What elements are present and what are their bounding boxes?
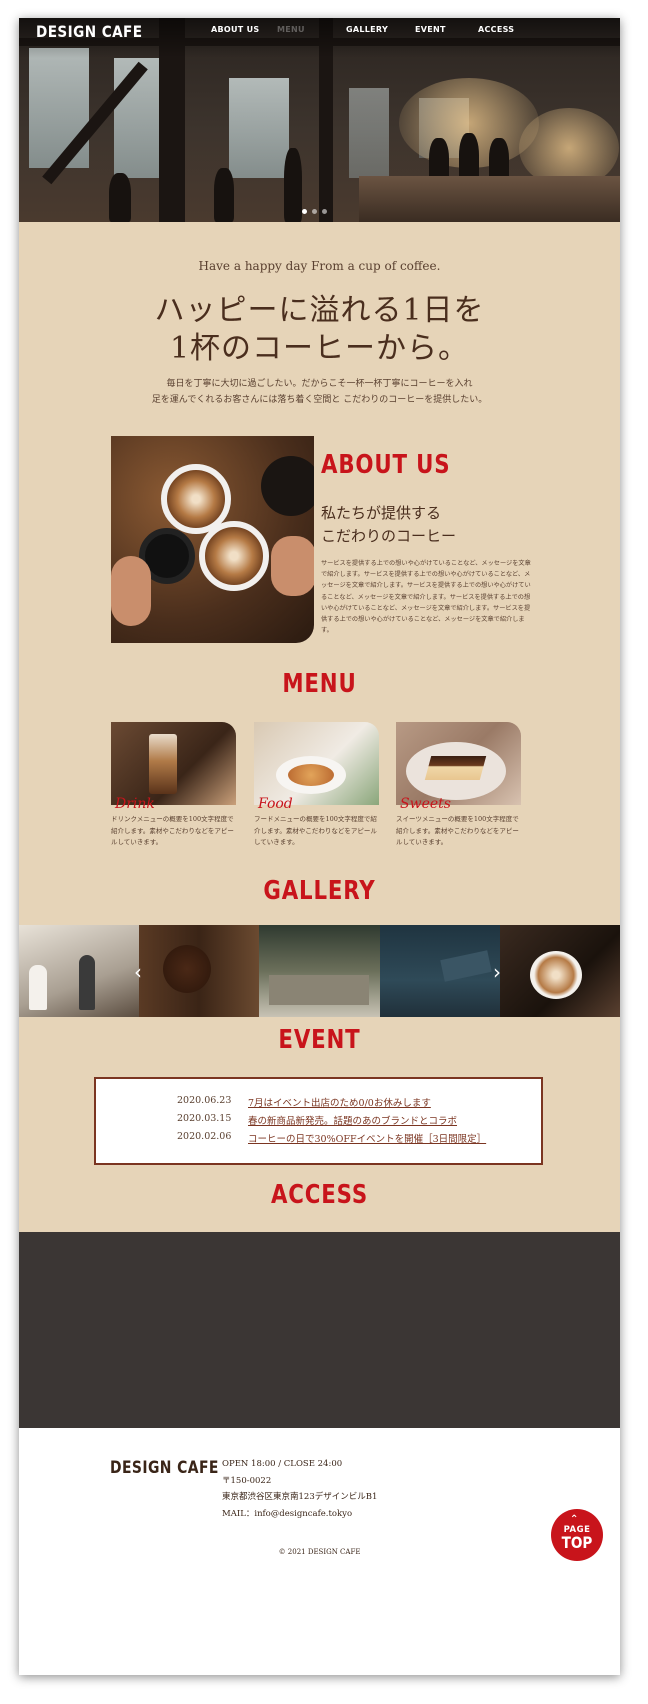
pasta <box>288 764 334 786</box>
gallery-image[interactable] <box>259 925 380 1017</box>
menu-desc-sweets: スイーツメニューの概要を100文字程度で紹介します。素材やこだわりなどをアピール… <box>396 815 519 846</box>
headline-line: ハッピーに溢れる1日を <box>154 293 485 328</box>
nav-menu[interactable]: MENU <box>277 25 305 34</box>
page: DESIGN CAFE ABOUT US MENU GALLERY EVENT … <box>19 18 620 1675</box>
event-link[interactable]: コーヒーの日で30%OFFイベントを開催［3日間限定］ <box>248 1131 486 1145</box>
event-date: 2020.06.23 <box>177 1095 232 1106</box>
event-title: EVENT <box>278 1025 361 1055</box>
menu-card-food[interactable]: Food フードメニューの概要を100文字程度で紹介します。素材やこだわりなどを… <box>254 722 379 846</box>
access-map[interactable] <box>19 1232 620 1428</box>
slider-dot[interactable] <box>302 209 307 214</box>
gallery-image[interactable] <box>379 925 500 1017</box>
nav-about-us[interactable]: ABOUT US <box>211 25 260 34</box>
hero-window <box>349 88 389 178</box>
nav-event[interactable]: EVENT <box>415 25 446 34</box>
nav-gallery[interactable]: GALLERY <box>346 25 388 34</box>
latte-cup <box>529 951 582 999</box>
menu-label-sweets: Sweets <box>400 796 451 812</box>
slider-dot[interactable] <box>312 209 317 214</box>
footer-address: 東京都渋谷区東京南123デザインビルB1 <box>222 1492 378 1502</box>
intro-body-line: 足を運んでくれるお客さんには落ち着く空間と こだわりのコーヒーを提供したい。 <box>151 395 488 405</box>
latte-cup <box>199 521 269 591</box>
gallery-image[interactable] <box>139 925 260 1017</box>
hero-counter <box>359 176 620 222</box>
footer: DESIGN CAFE OPEN 18:00 / CLOSE 24:00 〒15… <box>19 1428 620 1675</box>
hero-person <box>214 168 234 222</box>
menu-card-drink[interactable]: Drink ドリンクメニューの概要を100文字程度で紹介します。素材やこだわりな… <box>111 722 236 846</box>
about-subtitle: 私たちが提供する こだわりのコーヒー <box>321 502 456 548</box>
about-title: ABOUT US <box>321 450 451 480</box>
gallery-title: GALLERY <box>263 876 376 906</box>
hero-person <box>109 173 131 222</box>
gallery-person <box>29 965 47 1010</box>
intro-tagline: Have a happy day From a cup of coffee. <box>198 259 441 273</box>
chevron-up-icon: ⌃ <box>570 1514 579 1525</box>
gallery-strip[interactable] <box>19 925 620 1017</box>
food-image <box>254 722 379 805</box>
dark-cup <box>261 456 314 516</box>
menu-card-sweets[interactable]: Sweets スイーツメニューの概要を100文字程度で紹介します。素材やこだわり… <box>396 722 521 846</box>
gallery-image[interactable] <box>499 925 620 1017</box>
hero-person <box>284 148 302 222</box>
sweets-image <box>396 722 521 805</box>
chevron-right-icon[interactable]: › <box>493 962 501 982</box>
headline-line: 1杯のコーヒーから。 <box>169 331 470 366</box>
menu-label-drink: Drink <box>115 796 155 812</box>
nav-access[interactable]: ACCESS <box>478 25 514 34</box>
access-title: ACCESS <box>270 1180 369 1210</box>
event-date: 2020.03.15 <box>177 1113 232 1124</box>
footer-mail: MAIL：info@designcafe.tokyo <box>222 1508 353 1519</box>
cafe-terrace <box>269 975 370 1005</box>
hero-slider[interactable]: DESIGN CAFE ABOUT US MENU GALLERY EVENT … <box>19 18 620 222</box>
drink-image <box>111 722 236 805</box>
copyright: © 2021 DESIGN CAFE <box>278 1548 361 1556</box>
menu-label-food: Food <box>258 796 293 812</box>
hero-window <box>229 78 289 178</box>
event-list: 2020.06.23 7月はイベント出店のため0/0お休みします 2020.03… <box>94 1077 543 1165</box>
slider-dot[interactable] <box>322 209 327 214</box>
page-top-label: TOP <box>561 1533 593 1552</box>
hand <box>271 536 314 596</box>
menu-desc-food: フードメニューの概要を100文字程度で紹介します。素材やこだわりなどをアピールし… <box>254 815 377 846</box>
slider-dots <box>302 209 327 214</box>
hand <box>111 556 151 626</box>
event-date: 2020.02.06 <box>177 1131 232 1142</box>
site-logo[interactable]: DESIGN CAFE <box>36 22 142 41</box>
about-coffee-image <box>111 436 314 643</box>
intro-headline: ハッピーに溢れる1日を 1杯のコーヒーから。 <box>19 292 620 368</box>
event-link[interactable]: 春の新商品新発売。話題のあのブランドとコラボ <box>248 1113 457 1127</box>
footer-hours: OPEN 18:00 / CLOSE 24:00 <box>222 1459 343 1469</box>
about-subtitle-line: 私たちが提供する <box>321 504 442 522</box>
gallery-image[interactable] <box>19 925 140 1017</box>
about-subtitle-line: こだわりのコーヒー <box>321 527 457 545</box>
footer-logo[interactable]: DESIGN CAFE <box>110 1458 219 1478</box>
coffee-beans <box>163 945 212 993</box>
iced-coffee-glass <box>149 734 177 794</box>
menu-title: MENU <box>282 669 357 699</box>
gallery-person <box>79 955 95 1010</box>
footer-zip: 〒150-0022 <box>222 1475 272 1486</box>
cheesecake <box>424 756 487 780</box>
event-link[interactable]: 7月はイベント出店のため0/0お休みします <box>248 1095 431 1109</box>
about-body: サービスを提供する上での想いや心がけていることなど、メッセージを文章で紹介します… <box>321 560 531 635</box>
chevron-left-icon[interactable]: ‹ <box>134 962 142 982</box>
cafe-sign <box>439 950 492 982</box>
page-top-button[interactable]: ⌃ PAGE TOP <box>551 1509 603 1561</box>
footer-info: OPEN 18:00 / CLOSE 24:00 〒150-0022 東京都渋谷… <box>222 1456 377 1522</box>
menu-desc-drink: ドリンクメニューの概要を100文字程度で紹介します。素材やこだわりなどをアピール… <box>111 815 234 846</box>
intro-body-line: 毎日を丁寧に大切に過ごしたい。だからこそ一杯一杯丁寧にコーヒーを入れ <box>166 379 473 389</box>
intro-body: 毎日を丁寧に大切に過ごしたい。だからこそ一杯一杯丁寧にコーヒーを入れ 足を運んで… <box>19 376 620 408</box>
